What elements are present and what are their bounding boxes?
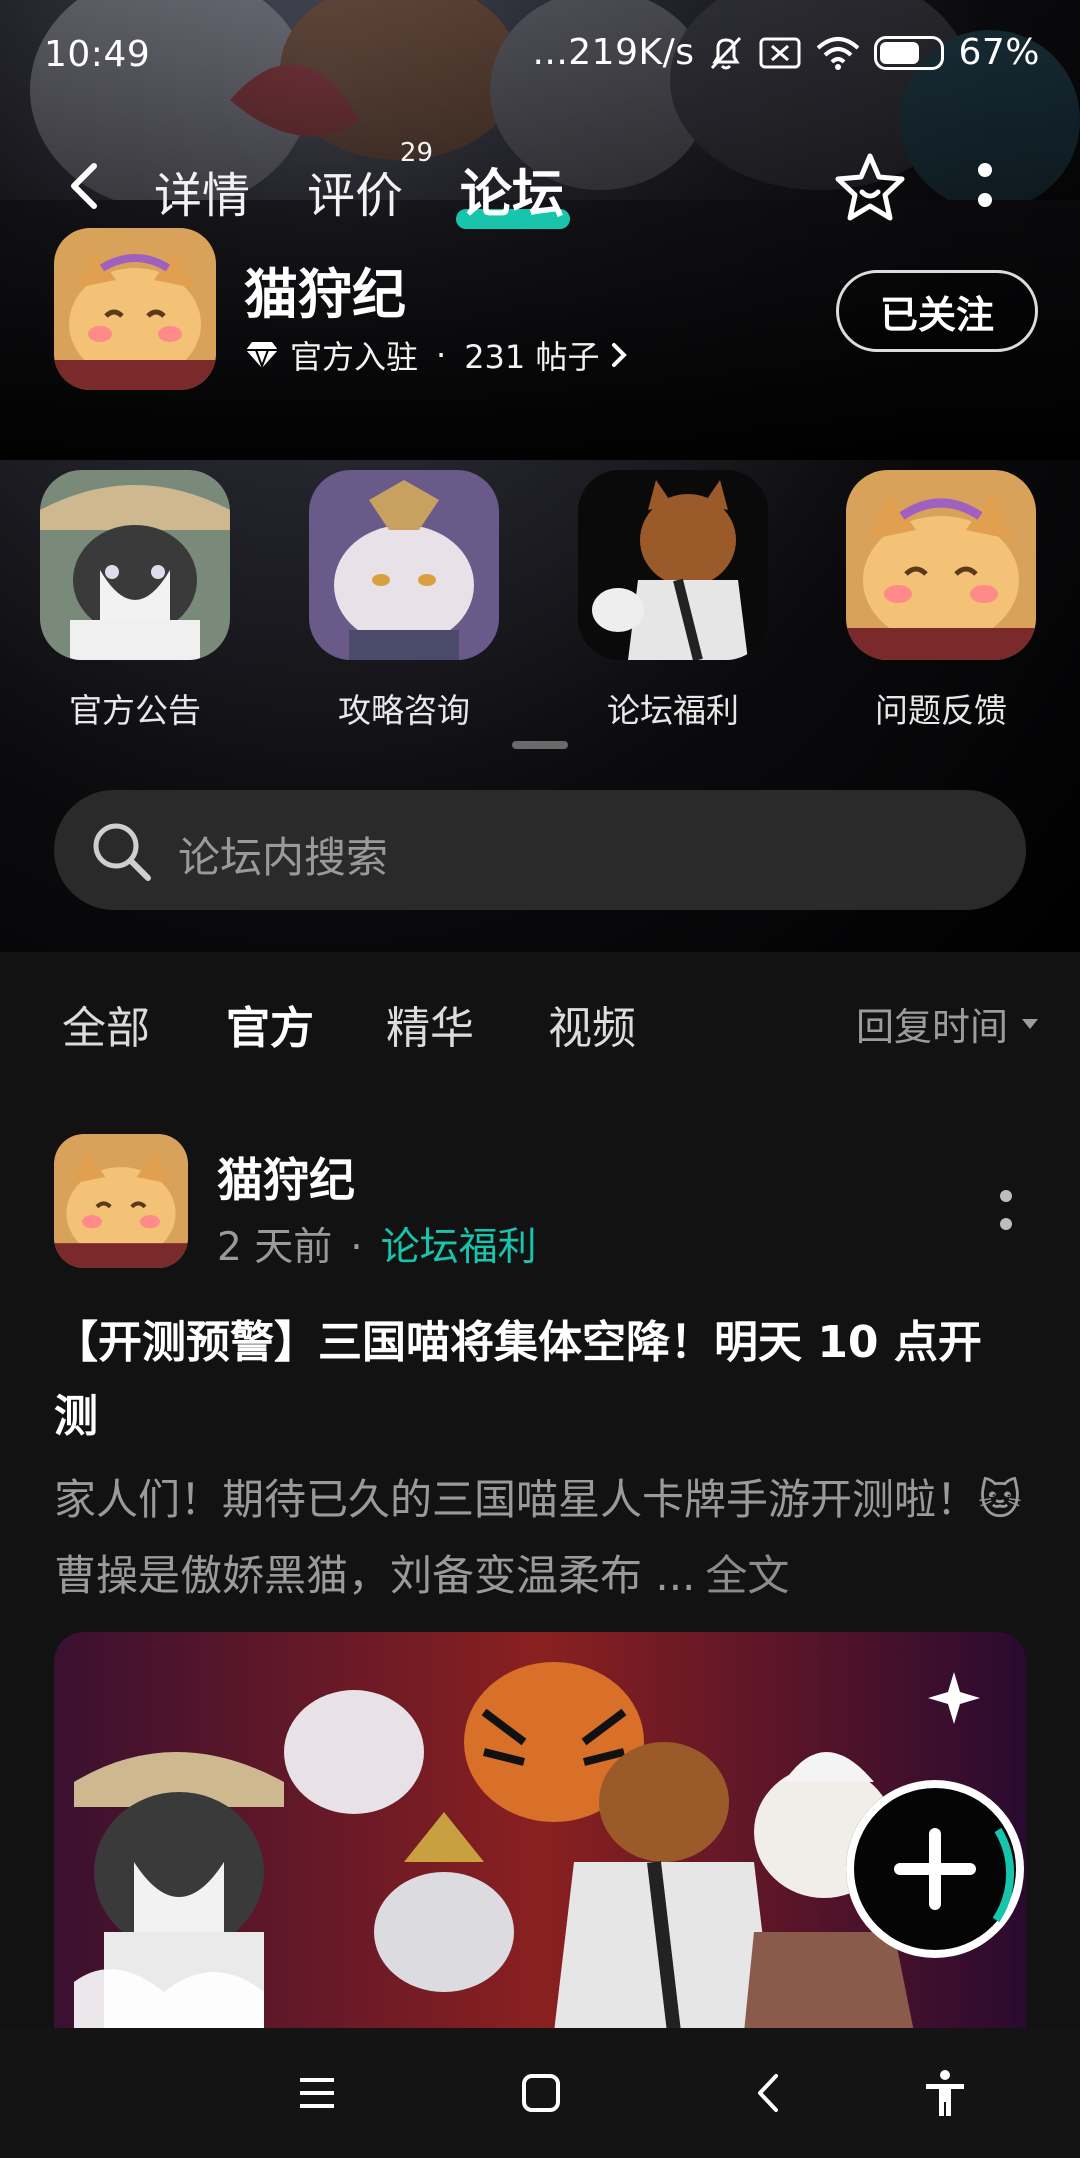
filter-tab-all[interactable]: 全部 bbox=[62, 992, 150, 1056]
category-official-announcement[interactable]: 官方公告 bbox=[40, 470, 230, 732]
post-more-icon[interactable] bbox=[998, 1182, 1014, 1242]
post-title: 【开测预警】三国喵将集体空降！明天 10 点开测 bbox=[54, 1317, 982, 1442]
mute-bell-icon bbox=[711, 36, 742, 69]
sort-label: 回复时间 bbox=[855, 1005, 1008, 1049]
sort-dropdown[interactable]: 回复时间 bbox=[856, 996, 1040, 1051]
back-arrow-icon[interactable] bbox=[62, 162, 110, 210]
post-meta: 2 天前 · 论坛福利 bbox=[217, 1225, 537, 1270]
category-label: 攻略咨询 bbox=[338, 691, 470, 730]
category-row: 官方公告 攻略咨询 论坛福利 问题反馈 bbox=[0, 470, 1080, 730]
author-avatar[interactable] bbox=[54, 1134, 188, 1268]
category-thumbnail bbox=[846, 470, 1036, 660]
filter-tab-video[interactable]: 视频 bbox=[548, 992, 636, 1056]
network-speed: ...219K/s bbox=[532, 32, 695, 73]
accessibility-icon[interactable] bbox=[920, 2068, 970, 2118]
category-label: 论坛福利 bbox=[607, 691, 739, 730]
author-name[interactable]: 猫狩纪 bbox=[217, 1144, 355, 1210]
category-forum-benefits[interactable]: 论坛福利 bbox=[578, 470, 768, 732]
app-meta[interactable]: 官方入驻 · 231 帖子 bbox=[244, 332, 629, 378]
category-strategy-consulting[interactable]: 攻略咨询 bbox=[309, 470, 499, 732]
review-count-badge: 29 bbox=[399, 138, 434, 168]
favorite-star-icon[interactable] bbox=[832, 150, 908, 226]
tab-reviews[interactable]: 评价 29 bbox=[307, 138, 433, 226]
status-time: 10:49 bbox=[44, 34, 151, 75]
diamond-icon bbox=[246, 342, 278, 369]
plus-icon bbox=[848, 1782, 1022, 1956]
menu-icon[interactable] bbox=[292, 2068, 342, 2118]
category-label: 问题反馈 bbox=[875, 691, 1007, 730]
category-thumbnail bbox=[40, 470, 230, 660]
sim-off-icon bbox=[759, 37, 801, 68]
category-thumbnail bbox=[578, 470, 768, 660]
back-icon[interactable] bbox=[744, 2068, 794, 2118]
post-count: 231 帖子 bbox=[464, 338, 600, 376]
app-name: 猫狩纪 bbox=[244, 263, 406, 326]
post-excerpt: 家人们！期待已久的三国喵星人卡牌手游开测啦！🐱曹操是傲娇黑猫，刘备变温柔布 ..… bbox=[54, 1475, 1022, 1600]
post-filter-bar: 全部 官方 精华 视频 回复时间 bbox=[0, 952, 1080, 1092]
filter-tab-official[interactable]: 官方 bbox=[226, 992, 314, 1060]
create-post-button[interactable] bbox=[846, 1780, 1024, 1958]
category-thumbnail bbox=[309, 470, 499, 660]
official-label: 官方入驻 bbox=[290, 338, 419, 376]
forum-header: 10:49 ...219K/s 67% 详情 评价 29 论坛 猫狩纪 官方入驻 … bbox=[0, 0, 1080, 952]
home-icon[interactable] bbox=[516, 2068, 566, 2118]
follow-button[interactable]: 已关注 bbox=[836, 270, 1038, 352]
battery-percent: 67% bbox=[958, 32, 1040, 73]
app-icon[interactable] bbox=[54, 228, 216, 390]
search-placeholder: 论坛内搜索 bbox=[178, 833, 389, 882]
tab-forum[interactable]: 论坛 bbox=[455, 152, 571, 229]
status-bar: 10:49 ...219K/s 67% bbox=[0, 0, 1080, 110]
app-info: 猫狩纪 官方入驻 · 231 帖子 已关注 bbox=[54, 228, 1038, 390]
more-vertical-icon[interactable] bbox=[970, 160, 1000, 220]
wifi-icon bbox=[817, 36, 860, 70]
read-full-link[interactable]: 全文 bbox=[705, 1551, 789, 1600]
drag-handle[interactable] bbox=[512, 741, 568, 749]
battery-icon bbox=[874, 35, 945, 70]
system-navigation-bar bbox=[0, 2028, 1080, 2158]
filter-tab-featured[interactable]: 精华 bbox=[386, 992, 474, 1056]
chevron-right-icon bbox=[612, 343, 628, 367]
forum-search-bar[interactable]: 论坛内搜索 bbox=[54, 790, 1026, 910]
tab-details[interactable]: 详情 bbox=[154, 156, 250, 226]
category-label: 官方公告 bbox=[69, 691, 201, 730]
post-time: 2 天前 bbox=[217, 1225, 333, 1270]
search-icon bbox=[93, 823, 151, 881]
caret-down-icon bbox=[1022, 1018, 1038, 1029]
category-issue-feedback[interactable]: 问题反馈 bbox=[846, 470, 1036, 732]
top-nav: 详情 评价 29 论坛 bbox=[0, 138, 1080, 230]
post-forum-link[interactable]: 论坛福利 bbox=[381, 1225, 537, 1270]
